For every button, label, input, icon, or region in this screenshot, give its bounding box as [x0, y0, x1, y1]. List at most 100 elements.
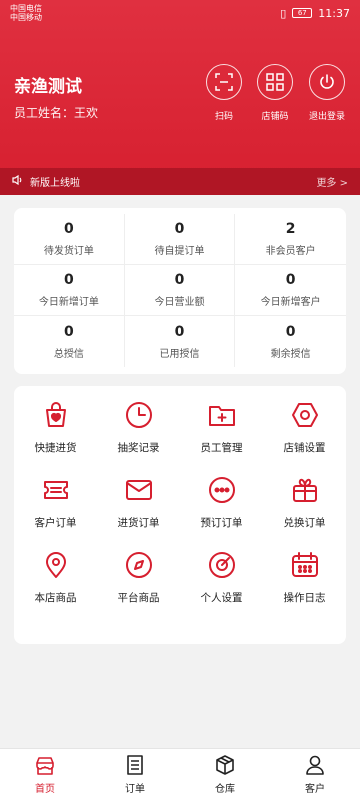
stat-item[interactable]: 0 已用授信 — [125, 316, 236, 367]
tab-3[interactable]: 客户 — [270, 749, 360, 800]
stat-item[interactable]: 0 待自提订单 — [124, 214, 236, 265]
location-pin-icon — [45, 552, 66, 578]
notice-more-link[interactable]: 更多 > — [316, 174, 348, 189]
stat-item[interactable]: 0 剩余授信 — [235, 316, 346, 367]
tab-label: 订单 — [125, 784, 145, 795]
stat-label: 待发货订单 — [43, 246, 94, 257]
compass-icon — [125, 552, 152, 578]
stat-label: 总授信 — [53, 348, 84, 360]
header: 中国电信 中国移动 ▯ 67 11:37 亲渔测试 员工姓名：王欢 扫码 店铺码 — [0, 0, 360, 195]
tab-0[interactable]: 首页 — [0, 749, 90, 800]
tab-1[interactable]: 订单 — [90, 749, 180, 800]
stat-label: 剩余授信 — [270, 348, 311, 360]
store-code-label: 店铺码 — [261, 112, 289, 122]
menu-item[interactable]: 兑换订单 — [263, 475, 346, 530]
store-code-button[interactable]: 店铺码 — [254, 64, 296, 122]
scan-label: 扫码 — [214, 112, 233, 122]
stat-item[interactable]: 2 非会员客户 — [235, 214, 346, 265]
scan-button[interactable]: 扫码 — [203, 64, 245, 122]
stat-item[interactable]: 0 待发货订单 — [14, 214, 125, 265]
menu-item-label: 本店商品 — [34, 592, 77, 604]
document-icon — [127, 755, 143, 775]
stat-value: 0 — [63, 221, 74, 237]
menu-item[interactable]: 本店商品 — [14, 550, 97, 605]
company-name: 亲渔测试 — [14, 77, 82, 97]
box-icon — [216, 755, 234, 775]
menu-item[interactable]: 个人设置 — [180, 550, 263, 605]
hexagon-settings-icon — [291, 403, 318, 427]
stat-label: 待自提订单 — [154, 246, 205, 257]
stat-item[interactable]: 0 今日营业额 — [124, 265, 236, 316]
logout-button[interactable]: 退出登录 — [306, 64, 348, 122]
menu-item-label: 快捷进货 — [34, 442, 77, 454]
user-icon — [306, 755, 324, 775]
menu-card: 快捷进货 抽奖记录 员工管理 店铺设置客户订单 进货订单 预订订单 兑换订单本店商品 平台商品… — [14, 386, 346, 644]
scan-icon — [215, 73, 233, 91]
calendar-icon — [291, 552, 318, 577]
stat-value: 2 — [285, 221, 296, 237]
menu-item-label: 员工管理 — [200, 442, 243, 454]
stat-value: 0 — [174, 221, 185, 237]
menu-item-label: 兑换订单 — [283, 517, 326, 529]
menu-item[interactable]: 操作日志 — [263, 550, 346, 605]
stat-value: 0 — [174, 272, 185, 288]
stats-card: 0 待发货订单 0 待自提订单 2 非会员客户 0 今日新增订单 0 今日营业额 0 今日新增客户 0 总… — [14, 208, 346, 374]
menu-item[interactable]: 平台商品 — [97, 550, 180, 605]
ticket-icon — [43, 481, 68, 499]
employee-name: 员工姓名：王欢 — [14, 106, 99, 120]
notice-text: 新版上线啦 — [30, 178, 80, 189]
stat-value: 0 — [63, 323, 74, 340]
menu-item[interactable]: 抽奖记录 — [97, 400, 180, 455]
store-icon — [36, 757, 54, 775]
speaker-icon — [12, 174, 24, 189]
notice-bar[interactable]: 新版上线啦 更多 > — [0, 168, 360, 195]
tab-label: 客户 — [305, 784, 325, 795]
menu-item-label: 操作日志 — [283, 592, 326, 604]
stat-value: 0 — [285, 323, 296, 340]
status-bar: 中国电信 中国移动 ▯ 67 11:37 — [0, 0, 360, 26]
stat-label: 今日营业额 — [154, 297, 205, 308]
carrier-1: 中国电信 — [10, 4, 42, 13]
stat-value: 0 — [285, 272, 296, 288]
menu-item-label: 个人设置 — [200, 592, 243, 604]
stat-item[interactable]: 0 总授信 — [14, 316, 125, 367]
chat-dots-icon — [208, 477, 235, 503]
battery-indicator: 67 — [292, 8, 313, 18]
menu-item-label: 抽奖记录 — [117, 442, 160, 454]
vibrate-icon: ▯ — [280, 6, 287, 20]
menu-item-label: 店铺设置 — [283, 442, 326, 454]
menu-item-label: 客户订单 — [34, 517, 77, 529]
carrier-2: 中国移动 — [10, 13, 42, 22]
gift-icon — [292, 478, 317, 502]
menu-item[interactable]: 员工管理 — [180, 400, 263, 455]
folder-plus-icon — [208, 406, 235, 426]
tab-label: 仓库 — [215, 784, 235, 795]
shopping-bag-icon — [45, 402, 66, 427]
menu-item-label: 进货订单 — [117, 517, 160, 529]
qrcode-icon — [266, 73, 284, 91]
logout-label: 退出登录 — [308, 112, 345, 122]
tab-2[interactable]: 仓库 — [180, 749, 270, 800]
stat-value: 0 — [63, 272, 74, 288]
stat-item[interactable]: 0 今日新增客户 — [235, 265, 346, 316]
target-icon — [208, 552, 235, 578]
stat-label: 已用授信 — [159, 348, 200, 360]
mail-icon — [125, 480, 152, 500]
stat-item[interactable]: 0 今日新增订单 — [14, 265, 125, 316]
menu-item[interactable]: 进货订单 — [97, 475, 180, 530]
clock-time: 11:37 — [318, 6, 350, 20]
stat-value: 0 — [174, 323, 185, 340]
menu-item[interactable]: 客户订单 — [14, 475, 97, 530]
tab-bar: 首页 订单 仓库 客户 — [0, 748, 360, 800]
menu-item[interactable]: 快捷进货 — [14, 400, 97, 455]
menu-item[interactable]: 预订订单 — [180, 475, 263, 530]
stat-label: 非会员客户 — [265, 246, 316, 257]
menu-item-label: 预订订单 — [200, 517, 243, 529]
stat-label: 今日新增订单 — [38, 297, 99, 308]
stat-label: 今日新增客户 — [260, 297, 321, 308]
menu-item[interactable]: 店铺设置 — [263, 400, 346, 455]
power-icon — [320, 74, 334, 89]
tab-label: 首页 — [35, 784, 55, 795]
menu-item-label: 平台商品 — [117, 592, 160, 604]
clock-icon — [125, 402, 152, 428]
